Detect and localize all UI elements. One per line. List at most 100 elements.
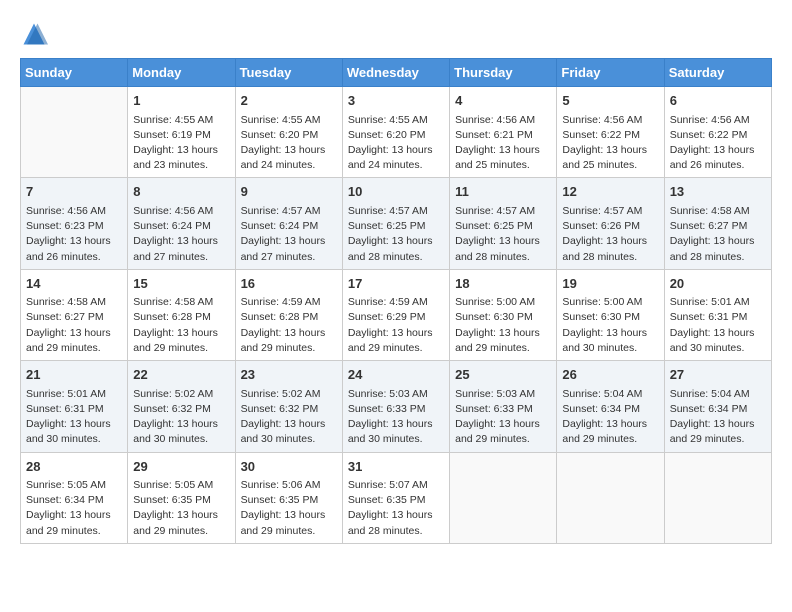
cell-info: Sunrise: 5:03 AMSunset: 6:33 PMDaylight:… <box>455 387 551 448</box>
day-number: 31 <box>348 457 444 477</box>
cell-info: Sunrise: 4:56 AMSunset: 6:24 PMDaylight:… <box>133 204 229 265</box>
calendar-cell: 11Sunrise: 4:57 AMSunset: 6:25 PMDayligh… <box>450 178 557 269</box>
cell-info: Sunrise: 4:59 AMSunset: 6:29 PMDaylight:… <box>348 295 444 356</box>
calendar-cell: 30Sunrise: 5:06 AMSunset: 6:35 PMDayligh… <box>235 452 342 543</box>
calendar-cell: 24Sunrise: 5:03 AMSunset: 6:33 PMDayligh… <box>342 361 449 452</box>
calendar-week-row: 1Sunrise: 4:55 AMSunset: 6:19 PMDaylight… <box>21 87 772 178</box>
cell-info: Sunrise: 5:01 AMSunset: 6:31 PMDaylight:… <box>670 295 766 356</box>
weekday-header: Thursday <box>450 59 557 87</box>
calendar-cell: 4Sunrise: 4:56 AMSunset: 6:21 PMDaylight… <box>450 87 557 178</box>
cell-info: Sunrise: 5:05 AMSunset: 6:35 PMDaylight:… <box>133 478 229 539</box>
cell-info: Sunrise: 5:00 AMSunset: 6:30 PMDaylight:… <box>562 295 658 356</box>
day-number: 16 <box>241 274 337 294</box>
day-number: 7 <box>26 182 122 202</box>
day-number: 15 <box>133 274 229 294</box>
calendar-cell <box>557 452 664 543</box>
cell-info: Sunrise: 4:56 AMSunset: 6:22 PMDaylight:… <box>670 113 766 174</box>
day-number: 19 <box>562 274 658 294</box>
cell-info: Sunrise: 4:56 AMSunset: 6:23 PMDaylight:… <box>26 204 122 265</box>
calendar-cell: 3Sunrise: 4:55 AMSunset: 6:20 PMDaylight… <box>342 87 449 178</box>
day-number: 25 <box>455 365 551 385</box>
weekday-header: Wednesday <box>342 59 449 87</box>
day-number: 14 <box>26 274 122 294</box>
calendar-cell: 1Sunrise: 4:55 AMSunset: 6:19 PMDaylight… <box>128 87 235 178</box>
day-number: 17 <box>348 274 444 294</box>
weekday-header: Tuesday <box>235 59 342 87</box>
cell-info: Sunrise: 5:05 AMSunset: 6:34 PMDaylight:… <box>26 478 122 539</box>
calendar-cell <box>664 452 771 543</box>
cell-info: Sunrise: 4:57 AMSunset: 6:26 PMDaylight:… <box>562 204 658 265</box>
calendar-cell: 13Sunrise: 4:58 AMSunset: 6:27 PMDayligh… <box>664 178 771 269</box>
calendar-cell: 17Sunrise: 4:59 AMSunset: 6:29 PMDayligh… <box>342 269 449 360</box>
cell-info: Sunrise: 4:58 AMSunset: 6:28 PMDaylight:… <box>133 295 229 356</box>
day-number: 29 <box>133 457 229 477</box>
calendar-cell: 16Sunrise: 4:59 AMSunset: 6:28 PMDayligh… <box>235 269 342 360</box>
day-number: 9 <box>241 182 337 202</box>
cell-info: Sunrise: 5:02 AMSunset: 6:32 PMDaylight:… <box>241 387 337 448</box>
calendar-cell: 26Sunrise: 5:04 AMSunset: 6:34 PMDayligh… <box>557 361 664 452</box>
day-number: 30 <box>241 457 337 477</box>
day-number: 13 <box>670 182 766 202</box>
calendar-cell: 21Sunrise: 5:01 AMSunset: 6:31 PMDayligh… <box>21 361 128 452</box>
calendar-cell: 29Sunrise: 5:05 AMSunset: 6:35 PMDayligh… <box>128 452 235 543</box>
weekday-header: Sunday <box>21 59 128 87</box>
cell-info: Sunrise: 5:06 AMSunset: 6:35 PMDaylight:… <box>241 478 337 539</box>
cell-info: Sunrise: 4:57 AMSunset: 6:25 PMDaylight:… <box>455 204 551 265</box>
logo <box>20 20 52 48</box>
day-number: 28 <box>26 457 122 477</box>
cell-info: Sunrise: 4:57 AMSunset: 6:25 PMDaylight:… <box>348 204 444 265</box>
calendar-cell: 14Sunrise: 4:58 AMSunset: 6:27 PMDayligh… <box>21 269 128 360</box>
calendar-cell <box>21 87 128 178</box>
cell-info: Sunrise: 4:55 AMSunset: 6:19 PMDaylight:… <box>133 113 229 174</box>
calendar-week-row: 7Sunrise: 4:56 AMSunset: 6:23 PMDaylight… <box>21 178 772 269</box>
calendar-cell: 22Sunrise: 5:02 AMSunset: 6:32 PMDayligh… <box>128 361 235 452</box>
calendar-cell: 31Sunrise: 5:07 AMSunset: 6:35 PMDayligh… <box>342 452 449 543</box>
page-header <box>20 20 772 48</box>
logo-icon <box>20 20 48 48</box>
day-number: 23 <box>241 365 337 385</box>
cell-info: Sunrise: 4:59 AMSunset: 6:28 PMDaylight:… <box>241 295 337 356</box>
calendar-cell: 8Sunrise: 4:56 AMSunset: 6:24 PMDaylight… <box>128 178 235 269</box>
calendar-cell: 28Sunrise: 5:05 AMSunset: 6:34 PMDayligh… <box>21 452 128 543</box>
day-number: 26 <box>562 365 658 385</box>
calendar-cell: 27Sunrise: 5:04 AMSunset: 6:34 PMDayligh… <box>664 361 771 452</box>
day-number: 4 <box>455 91 551 111</box>
day-number: 10 <box>348 182 444 202</box>
cell-info: Sunrise: 5:01 AMSunset: 6:31 PMDaylight:… <box>26 387 122 448</box>
cell-info: Sunrise: 4:55 AMSunset: 6:20 PMDaylight:… <box>348 113 444 174</box>
calendar-cell: 12Sunrise: 4:57 AMSunset: 6:26 PMDayligh… <box>557 178 664 269</box>
calendar-cell: 15Sunrise: 4:58 AMSunset: 6:28 PMDayligh… <box>128 269 235 360</box>
day-number: 18 <box>455 274 551 294</box>
calendar-cell: 5Sunrise: 4:56 AMSunset: 6:22 PMDaylight… <box>557 87 664 178</box>
day-number: 24 <box>348 365 444 385</box>
calendar-cell: 19Sunrise: 5:00 AMSunset: 6:30 PMDayligh… <box>557 269 664 360</box>
cell-info: Sunrise: 5:07 AMSunset: 6:35 PMDaylight:… <box>348 478 444 539</box>
calendar-week-row: 28Sunrise: 5:05 AMSunset: 6:34 PMDayligh… <box>21 452 772 543</box>
cell-info: Sunrise: 4:55 AMSunset: 6:20 PMDaylight:… <box>241 113 337 174</box>
calendar-cell: 23Sunrise: 5:02 AMSunset: 6:32 PMDayligh… <box>235 361 342 452</box>
calendar-cell: 9Sunrise: 4:57 AMSunset: 6:24 PMDaylight… <box>235 178 342 269</box>
cell-info: Sunrise: 4:58 AMSunset: 6:27 PMDaylight:… <box>670 204 766 265</box>
cell-info: Sunrise: 5:03 AMSunset: 6:33 PMDaylight:… <box>348 387 444 448</box>
calendar-cell: 25Sunrise: 5:03 AMSunset: 6:33 PMDayligh… <box>450 361 557 452</box>
cell-info: Sunrise: 4:58 AMSunset: 6:27 PMDaylight:… <box>26 295 122 356</box>
calendar-cell: 2Sunrise: 4:55 AMSunset: 6:20 PMDaylight… <box>235 87 342 178</box>
cell-info: Sunrise: 5:00 AMSunset: 6:30 PMDaylight:… <box>455 295 551 356</box>
calendar-cell: 18Sunrise: 5:00 AMSunset: 6:30 PMDayligh… <box>450 269 557 360</box>
cell-info: Sunrise: 4:56 AMSunset: 6:21 PMDaylight:… <box>455 113 551 174</box>
day-number: 20 <box>670 274 766 294</box>
weekday-header-row: SundayMondayTuesdayWednesdayThursdayFrid… <box>21 59 772 87</box>
weekday-header: Monday <box>128 59 235 87</box>
day-number: 5 <box>562 91 658 111</box>
weekday-header: Friday <box>557 59 664 87</box>
day-number: 12 <box>562 182 658 202</box>
calendar-cell <box>450 452 557 543</box>
day-number: 27 <box>670 365 766 385</box>
cell-info: Sunrise: 4:57 AMSunset: 6:24 PMDaylight:… <box>241 204 337 265</box>
day-number: 22 <box>133 365 229 385</box>
calendar-table: SundayMondayTuesdayWednesdayThursdayFrid… <box>20 58 772 544</box>
calendar-cell: 10Sunrise: 4:57 AMSunset: 6:25 PMDayligh… <box>342 178 449 269</box>
calendar-week-row: 14Sunrise: 4:58 AMSunset: 6:27 PMDayligh… <box>21 269 772 360</box>
day-number: 1 <box>133 91 229 111</box>
cell-info: Sunrise: 5:04 AMSunset: 6:34 PMDaylight:… <box>670 387 766 448</box>
